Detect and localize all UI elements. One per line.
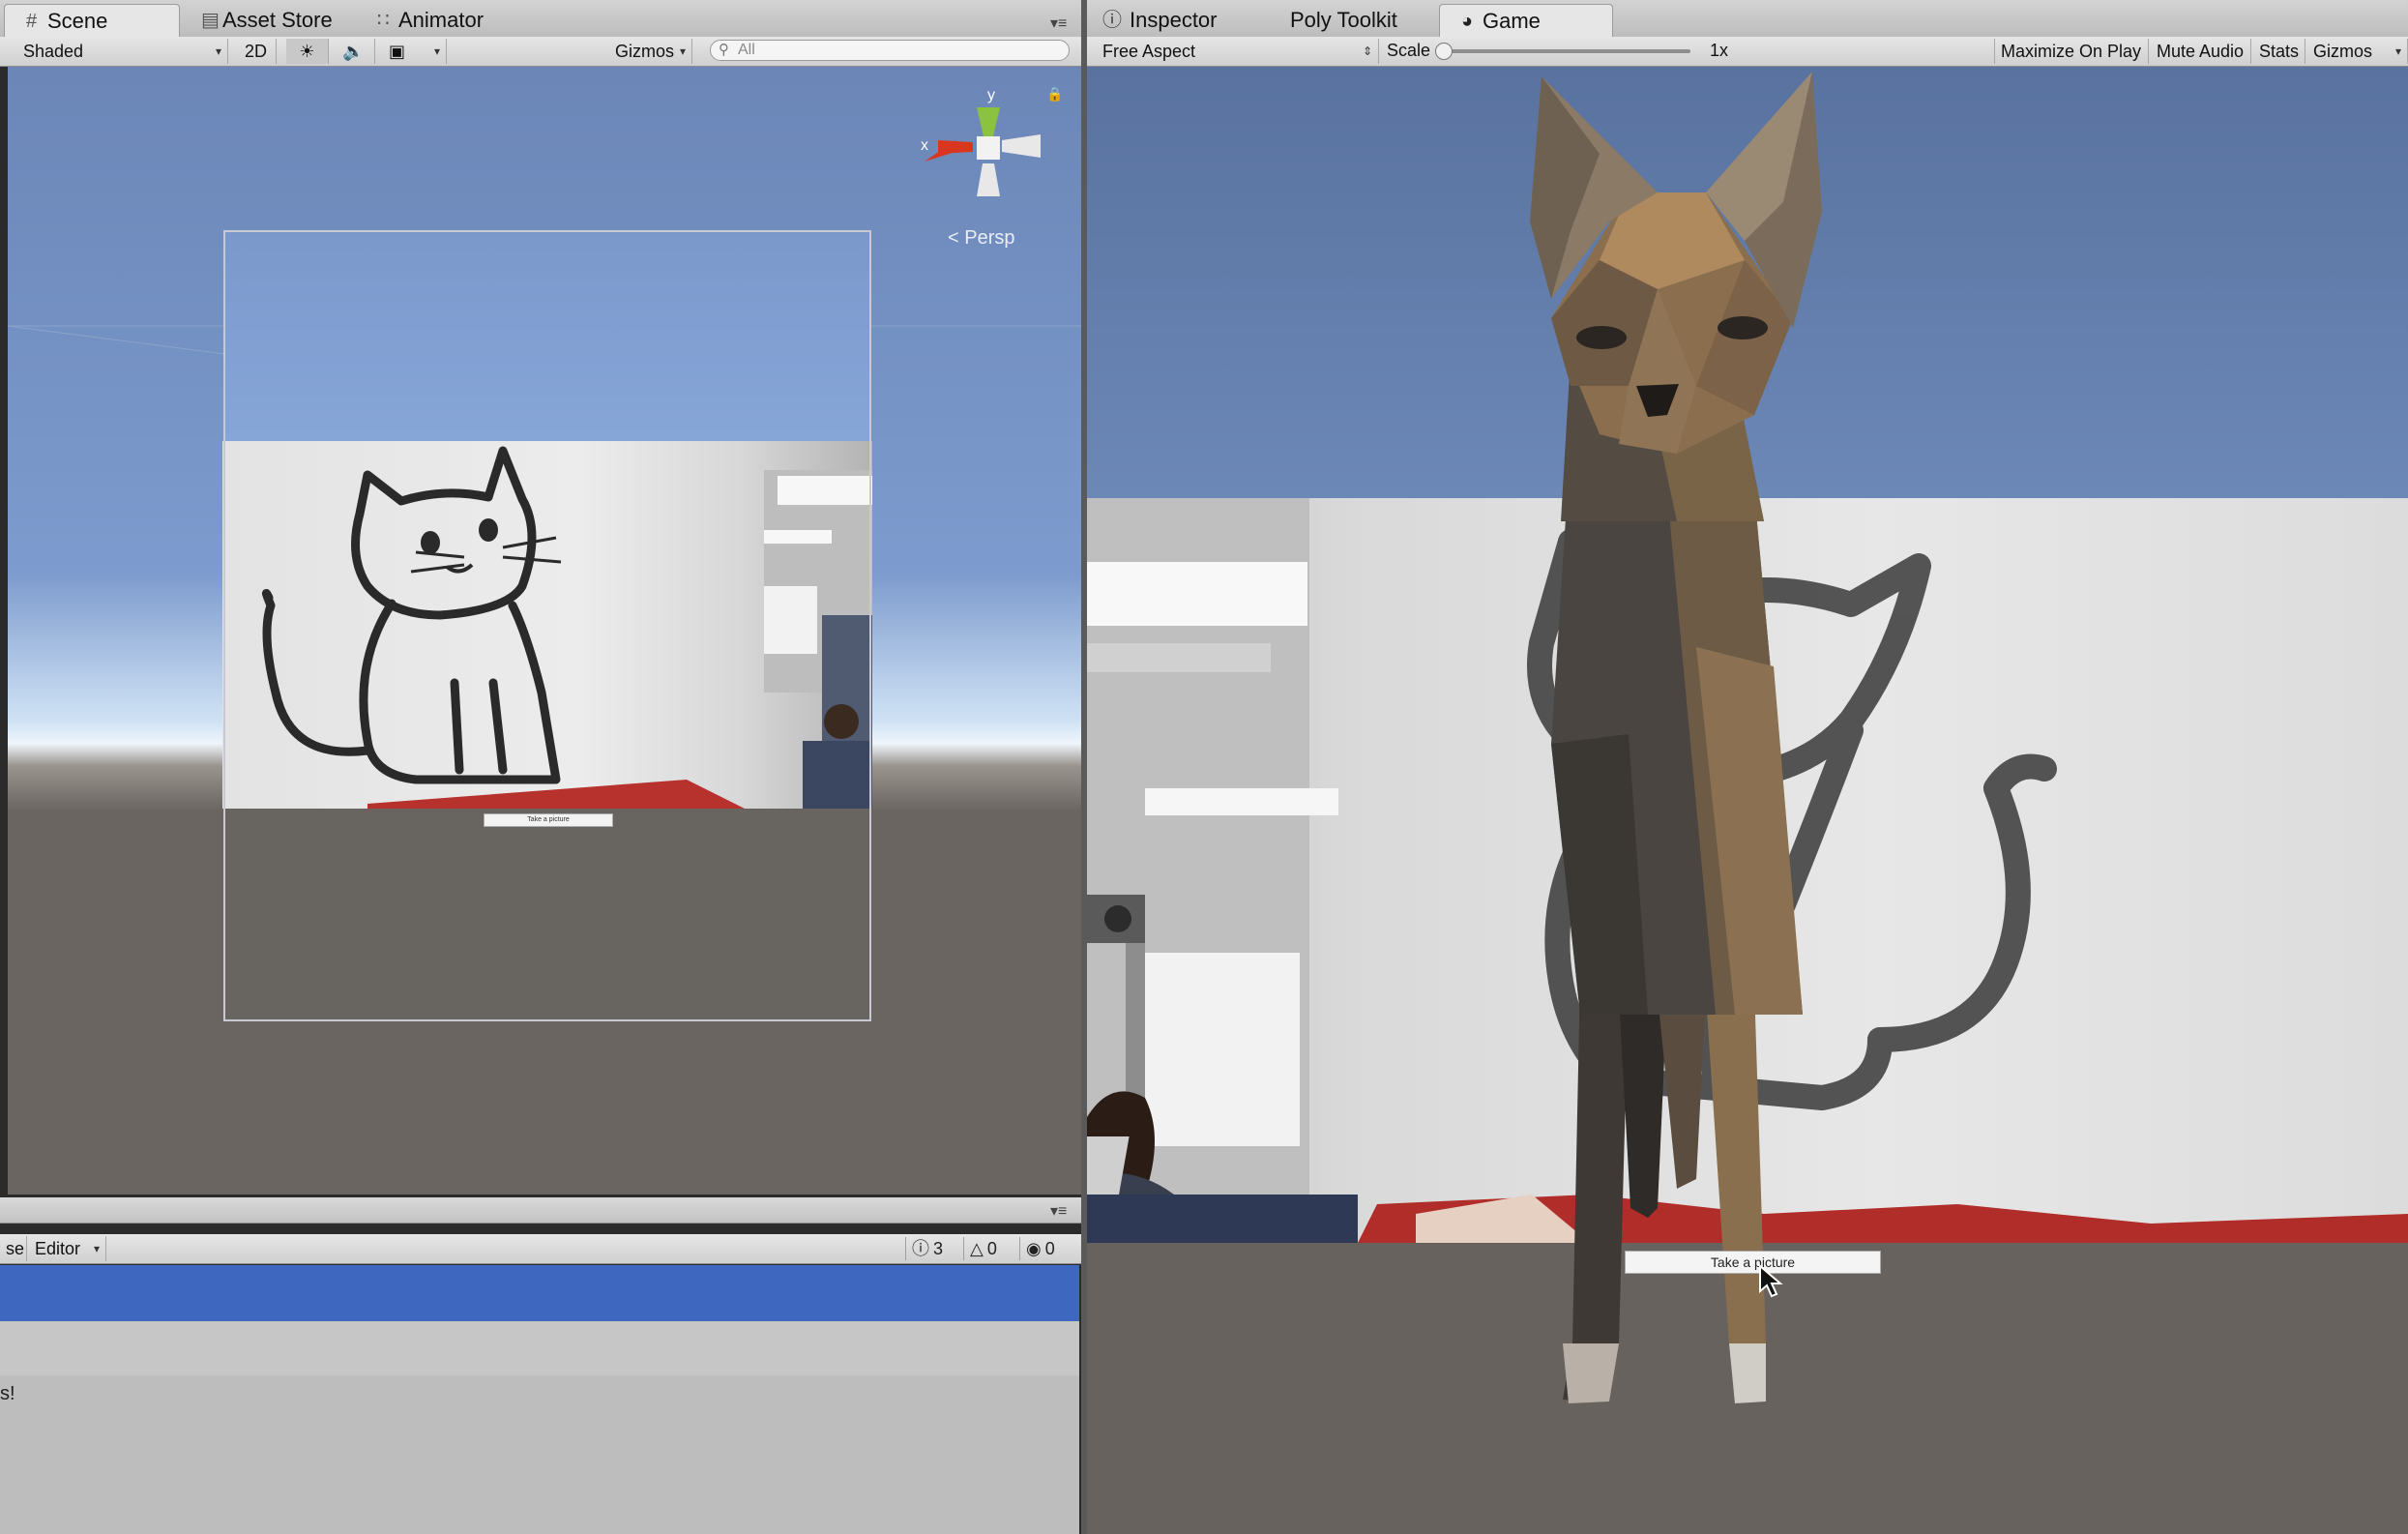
take-picture-button[interactable]: Take a picture bbox=[1625, 1251, 1881, 1274]
pacman-icon: ◕ bbox=[1461, 11, 1474, 32]
editor-dropdown-label: Editor bbox=[35, 1239, 81, 1258]
tab-animator-label: Animator bbox=[398, 8, 485, 32]
mouse-cursor-icon bbox=[1759, 1264, 1783, 1298]
canvas-outline bbox=[223, 230, 871, 1021]
axis-x-label: x bbox=[921, 137, 928, 154]
animator-icon: ∷ bbox=[377, 10, 390, 31]
search-icon: ⚲ bbox=[719, 42, 729, 58]
stats-toggle[interactable]: Stats bbox=[2253, 39, 2305, 64]
chevron-updown-icon: ⇕ bbox=[1362, 44, 1372, 58]
image-icon: ▣ bbox=[389, 42, 406, 61]
chevron-down-icon: ▾ bbox=[93, 1242, 100, 1255]
lock-icon[interactable]: 🔒 bbox=[1046, 86, 1063, 103]
draw-mode-label: Shaded bbox=[23, 42, 84, 61]
console-toolbar: se Editor ▾ ⓘ 3 △ 0 ◉ 0 bbox=[0, 1234, 1081, 1264]
axis-y-cone[interactable] bbox=[977, 107, 1000, 140]
aspect-dropdown[interactable]: Free Aspect ⇕ bbox=[1097, 39, 1379, 64]
console-tab-strip: ▾≡ bbox=[0, 1197, 1081, 1224]
axis-neg-x-cone[interactable] bbox=[1002, 134, 1041, 158]
gizmos-dropdown[interactable]: Gizmos ▾ bbox=[609, 39, 692, 64]
axis-x-arrow bbox=[938, 140, 973, 154]
sun-icon: ☀ bbox=[299, 42, 315, 61]
error-count: 0 bbox=[1044, 1239, 1055, 1258]
warning-icon: △ bbox=[970, 1239, 984, 1258]
tab-asset-store-label: Asset Store bbox=[222, 8, 333, 32]
clear-on-play-fragment: se bbox=[6, 1239, 25, 1258]
console-detail-pane bbox=[0, 1375, 1079, 1534]
gizmo-center-cube[interactable] bbox=[977, 136, 1000, 160]
scale-slider-track[interactable] bbox=[1435, 49, 1690, 53]
game-toolbar: Free Aspect ⇕ Scale 1x Maximize On Play … bbox=[1087, 37, 2408, 67]
scale-value: 1x bbox=[1710, 41, 1729, 60]
axis-y-label: y bbox=[987, 87, 995, 103]
log-count: 3 bbox=[933, 1239, 944, 1258]
scene-viewport[interactable]: Take a picture y x 🔒 < Persp bbox=[8, 67, 1081, 1195]
low-poly-dog-model bbox=[1530, 72, 1822, 1403]
speaker-icon: 🔈 bbox=[342, 42, 365, 61]
chevron-down-icon: ▾ bbox=[433, 44, 440, 58]
scale-label: Scale bbox=[1387, 41, 1431, 60]
panel-menu-icon[interactable]: ▾≡ bbox=[1050, 14, 1067, 33]
mute-audio-label: Mute Audio bbox=[2157, 42, 2245, 61]
scale-slider-knob[interactable] bbox=[1435, 43, 1453, 60]
tab-animator[interactable]: ∷ Animator bbox=[356, 4, 520, 37]
tab-inspector[interactable]: ⓘ Inspector bbox=[1087, 4, 1251, 37]
scene-search-input[interactable]: ⚲ All bbox=[710, 40, 1070, 61]
error-count-toggle[interactable]: ◉ 0 bbox=[1019, 1237, 1075, 1260]
mute-audio-toggle[interactable]: Mute Audio bbox=[2151, 39, 2251, 64]
tab-scene-label: Scene bbox=[47, 9, 108, 33]
audio-toggle[interactable]: 🔈 bbox=[333, 39, 375, 64]
maximize-on-play-toggle[interactable]: Maximize On Play bbox=[1994, 39, 2149, 64]
2d-toggle[interactable]: 2D bbox=[236, 39, 277, 64]
tab-poly-toolkit[interactable]: Poly Toolkit bbox=[1248, 4, 1431, 37]
tab-poly-toolkit-label: Poly Toolkit bbox=[1290, 8, 1397, 32]
console-row[interactable] bbox=[0, 1321, 1079, 1375]
lighting-toggle[interactable]: ☀ bbox=[286, 39, 329, 64]
2d-toggle-label: 2D bbox=[244, 42, 267, 61]
draw-mode-dropdown[interactable]: Shaded ▾ bbox=[17, 39, 228, 64]
info-icon: ⓘ bbox=[1102, 10, 1122, 31]
tab-inspector-label: Inspector bbox=[1130, 8, 1218, 32]
info-icon: ⓘ bbox=[912, 1239, 929, 1258]
bag-icon: ▤ bbox=[201, 10, 220, 31]
scene-toolbar: Shaded ▾ 2D ☀ 🔈 ▣ ▾ Gizmos ▾ ⚲ All bbox=[0, 37, 1081, 67]
tab-scene[interactable]: # Scene bbox=[4, 4, 180, 37]
chevron-down-icon: ▾ bbox=[2394, 44, 2401, 58]
search-placeholder: All bbox=[738, 42, 755, 58]
console-selected-row[interactable] bbox=[0, 1265, 1079, 1321]
tab-asset-store[interactable]: ▤ Asset Store bbox=[180, 4, 364, 37]
effects-dropdown[interactable]: ▣ ▾ bbox=[383, 39, 447, 64]
warning-count: 0 bbox=[986, 1239, 997, 1258]
chevron-down-icon: ▾ bbox=[679, 44, 686, 58]
game-gizmos-label: Gizmos bbox=[2313, 42, 2373, 61]
panel-menu-icon[interactable]: ▾≡ bbox=[1050, 1201, 1067, 1221]
scene-orientation-gizmo[interactable]: y x bbox=[921, 80, 1066, 216]
chevron-down-icon: ▾ bbox=[215, 44, 221, 58]
tab-game[interactable]: ◕ Game bbox=[1439, 4, 1613, 37]
tab-game-label: Game bbox=[1483, 9, 1541, 33]
game-gizmos-dropdown[interactable]: Gizmos ▾ bbox=[2307, 39, 2408, 64]
error-icon: ◉ bbox=[1026, 1239, 1042, 1258]
aspect-label: Free Aspect bbox=[1102, 42, 1196, 61]
maximize-on-play-label: Maximize On Play bbox=[2001, 42, 2142, 61]
left-tab-strip: # Scene ▤ Asset Store ∷ Animator ▾≡ bbox=[0, 0, 1081, 38]
gizmos-label: Gizmos bbox=[615, 42, 675, 61]
grid-icon: # bbox=[26, 11, 38, 32]
projection-label[interactable]: < Persp bbox=[948, 227, 1014, 250]
right-tab-strip: ⓘ Inspector Poly Toolkit ◕ Game bbox=[1087, 0, 2408, 38]
console-message: s! bbox=[0, 1383, 15, 1404]
stats-label: Stats bbox=[2259, 42, 2300, 61]
game-viewport[interactable]: Take a picture bbox=[1087, 67, 2408, 1534]
log-count-toggle[interactable]: ⓘ 3 bbox=[905, 1237, 959, 1260]
clear-on-play-toggle[interactable]: se bbox=[0, 1236, 27, 1261]
axis-neg-y-cone[interactable] bbox=[977, 163, 1000, 196]
warning-count-toggle[interactable]: △ 0 bbox=[963, 1237, 1015, 1260]
editor-dropdown[interactable]: Editor ▾ bbox=[29, 1236, 106, 1261]
